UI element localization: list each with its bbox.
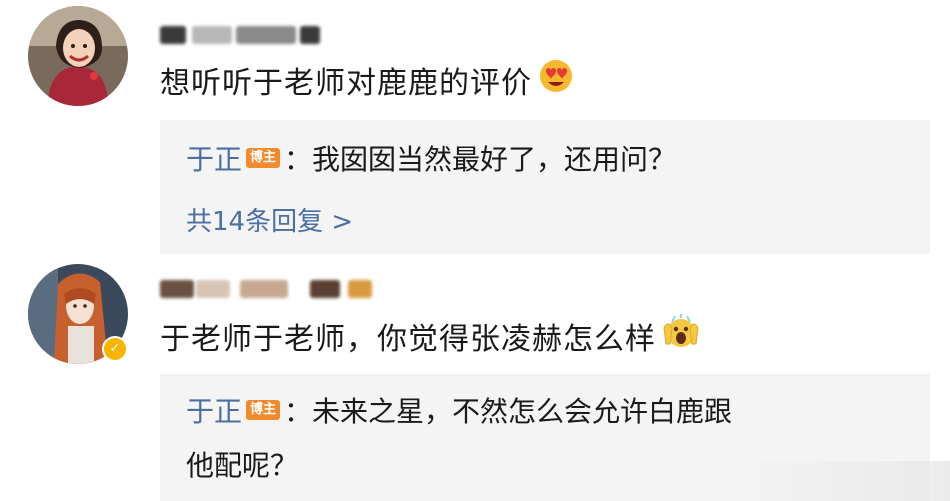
- username-blur-mask: [348, 280, 372, 298]
- reply-author-link[interactable]: 于正: [186, 138, 242, 178]
- username-blur-mask: [192, 26, 232, 44]
- reply-separator: ：: [284, 143, 313, 176]
- reply-box[interactable]: 于正 博主 ： 我囡囡当然最好了，还用问？ 共14条回复 >: [160, 120, 930, 254]
- comment-body: 于老师于老师，你觉得张凌赫怎么样: [160, 322, 656, 357]
- username-blur-mask: [240, 280, 288, 298]
- username-blur-mask: [196, 280, 230, 298]
- reply-line: 于正 博主 ： 我囡囡当然最好了，还用问？: [186, 138, 676, 178]
- comment-text: 想听听于老师对鹿鹿的评价: [160, 58, 574, 102]
- username-blurred[interactable]: [160, 22, 320, 48]
- username-blur-mask: [310, 280, 340, 298]
- reply-text-line-1: 未来之星，不然怎么会允许白鹿跟: [312, 395, 733, 428]
- screaming-emoji: [662, 314, 700, 358]
- comment-text: 于老师于老师，你觉得张凌赫怎么样: [160, 314, 700, 358]
- author-badge: 博主: [246, 400, 281, 420]
- comment-1: 想听听于老师对鹿鹿的评价 于正 博主 ： 我囡囡当然最好了，还用问？ 共14条回…: [0, 0, 950, 260]
- reply-text: 我囡囡当然最好了，还用问？: [312, 143, 677, 176]
- comment-body: 想听听于老师对鹿鹿的评价: [160, 66, 532, 101]
- reply-line-continued: 他配呢？: [186, 444, 298, 484]
- more-replies-link[interactable]: 共14条回复 >: [186, 200, 353, 238]
- user-avatar[interactable]: [28, 6, 128, 106]
- reply-separator: ：: [284, 395, 313, 428]
- verified-badge-icon: ✓: [102, 336, 128, 362]
- username-blur-mask: [236, 26, 296, 44]
- username-blur-mask: [160, 280, 194, 298]
- author-badge: 博主: [246, 148, 281, 168]
- username-blur-mask: [300, 26, 320, 44]
- username-blurred[interactable]: [160, 276, 372, 302]
- reply-text-line-2: 他配呢？: [186, 449, 299, 482]
- watermark-overlay: [730, 461, 950, 501]
- heart-eyes-emoji: [538, 58, 574, 102]
- username-blur-mask: [160, 26, 186, 44]
- reply-line: 于正 博主 ： 未来之星，不然怎么会允许白鹿跟: [186, 390, 732, 430]
- reply-author-link[interactable]: 于正: [186, 390, 242, 430]
